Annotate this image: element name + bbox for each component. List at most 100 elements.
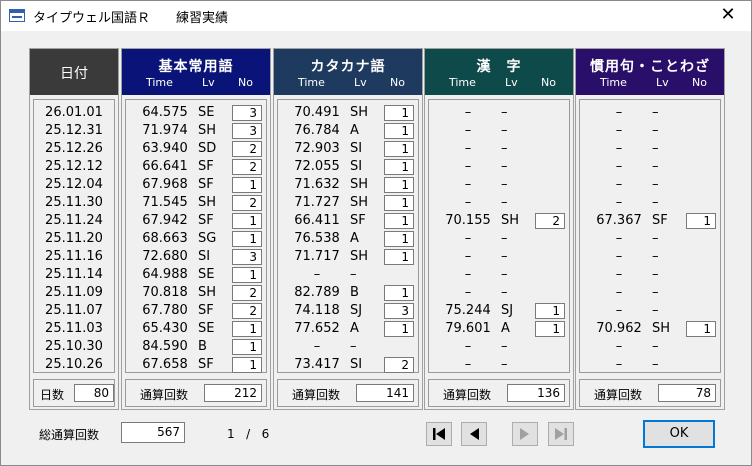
time-cell: 70.155 xyxy=(445,213,491,228)
number-box: 1 xyxy=(686,321,716,337)
time-subheader: Time xyxy=(600,76,627,89)
number-box: 1 xyxy=(232,213,262,229)
record-row: – – xyxy=(580,248,720,266)
column-title: 漢 字 xyxy=(476,59,522,75)
level-cell: – xyxy=(652,285,659,300)
time-cell: – xyxy=(464,195,472,210)
page-indicator: 1 / 6 xyxy=(227,427,269,441)
column-title: 基本常用語 xyxy=(158,59,234,75)
level-cell: SH xyxy=(198,285,217,300)
close-button[interactable]: ✕ xyxy=(705,1,751,31)
time-cell: – xyxy=(615,159,623,174)
date-row: 25.11.16 xyxy=(34,248,114,266)
time-cell: 65.430 xyxy=(142,321,188,336)
level-cell: – xyxy=(652,357,659,372)
record-row: – – xyxy=(429,122,569,140)
time-cell: 72.680 xyxy=(142,249,188,264)
time-cell: 64.575 xyxy=(142,105,188,120)
date-row: 25.12.26 xyxy=(34,140,114,158)
time-cell: – xyxy=(615,339,623,354)
time-cell: – xyxy=(464,249,472,264)
time-cell: 84.590 xyxy=(142,339,188,354)
number-box: 1 xyxy=(384,231,414,247)
prev-page-button[interactable] xyxy=(461,422,487,446)
level-cell: – xyxy=(652,339,659,354)
level-cell: SI xyxy=(350,159,363,174)
record-row: – – xyxy=(580,140,720,158)
date-row: 25.10.30 xyxy=(34,338,114,356)
time-cell: 76.538 xyxy=(294,231,340,246)
record-row: – – xyxy=(580,284,720,302)
date-cell: 25.11.09 xyxy=(45,285,103,300)
record-row: 82.789 B 1 xyxy=(278,284,418,302)
date-cell: 26.01.01 xyxy=(45,105,103,120)
page-separator: / xyxy=(246,427,251,441)
record-row: 72.680 SI 3 xyxy=(126,248,266,266)
level-cell: – xyxy=(501,159,508,174)
days-value: 80 xyxy=(74,384,114,402)
record-row: 63.940 SD 2 xyxy=(126,140,266,158)
number-box: 1 xyxy=(232,177,262,193)
column-footer: 通算回数 141 xyxy=(277,379,419,407)
ok-button[interactable]: OK xyxy=(643,420,715,448)
record-row: 71.727 SH 1 xyxy=(278,194,418,212)
date-cell: 25.11.24 xyxy=(45,213,103,228)
record-row: – – xyxy=(429,140,569,158)
app-icon xyxy=(9,9,25,22)
number-box: 1 xyxy=(232,321,262,337)
level-cell: – xyxy=(652,303,659,318)
record-list: 70.491 SH 1 76.784 A 1 72.903 SI 1 72.055 SI 1 71.63… xyxy=(277,99,419,373)
record-row: – – xyxy=(580,194,720,212)
number-box: 2 xyxy=(384,357,414,373)
record-row: 70.491 SH 1 xyxy=(278,104,418,122)
date-row: 25.11.14 xyxy=(34,266,114,284)
record-row: 68.663 SG 1 xyxy=(126,230,266,248)
date-cell: 25.11.20 xyxy=(45,231,103,246)
time-cell: 66.641 xyxy=(142,159,188,174)
time-cell: – xyxy=(464,123,472,138)
record-row: – – xyxy=(580,176,720,194)
level-cell: A xyxy=(350,231,359,246)
time-cell: 67.780 xyxy=(142,303,188,318)
number-box: 1 xyxy=(384,141,414,157)
grand-total-value: 567 xyxy=(121,422,185,443)
time-cell: – xyxy=(464,159,472,174)
number-subheader: No xyxy=(692,76,707,89)
first-page-button[interactable] xyxy=(426,422,452,446)
record-row: – – xyxy=(278,338,418,356)
date-cell: 25.11.16 xyxy=(45,249,103,264)
level-subheader: Lv xyxy=(202,76,215,89)
record-row: 71.545 SH 2 xyxy=(126,194,266,212)
date-cell: 25.10.26 xyxy=(45,357,103,372)
number-box: 3 xyxy=(384,303,414,319)
record-row: 70.155 SH 2 xyxy=(429,212,569,230)
time-cell: – xyxy=(464,231,472,246)
level-cell: – xyxy=(501,249,508,264)
level-cell: SH xyxy=(350,105,369,120)
panel-kanyouku-kotowaza: 慣用句・ことわざ Time Lv No – – – – – – – – – – – –67.367 SF 1– – –… xyxy=(575,48,725,410)
last-page-button[interactable] xyxy=(548,422,574,446)
date-cell: 25.12.26 xyxy=(45,141,103,156)
cumulative-count-value: 141 xyxy=(356,384,414,402)
next-page-icon xyxy=(520,428,529,440)
column-footer: 通算回数 78 xyxy=(579,379,721,407)
number-box: 1 xyxy=(232,231,262,247)
record-row: – – xyxy=(429,230,569,248)
number-box: 1 xyxy=(384,195,414,211)
number-box: 2 xyxy=(535,213,565,229)
level-subheader: Lv xyxy=(656,76,669,89)
level-cell: SH xyxy=(350,177,369,192)
level-cell: A xyxy=(350,321,359,336)
level-cell: SJ xyxy=(501,303,514,318)
level-cell: – xyxy=(652,231,659,246)
level-cell: – xyxy=(652,123,659,138)
level-cell: SJ xyxy=(350,303,363,318)
time-cell: – xyxy=(615,231,623,246)
column-header: 慣用句・ことわざ Time Lv No xyxy=(576,49,724,95)
record-row: 70.818 SH 2 xyxy=(126,284,266,302)
level-cell: – xyxy=(501,267,508,282)
level-cell: SH xyxy=(198,123,217,138)
level-cell: B xyxy=(198,339,207,354)
next-page-button[interactable] xyxy=(512,422,538,446)
cumulative-count-label: 通算回数 xyxy=(443,388,492,402)
